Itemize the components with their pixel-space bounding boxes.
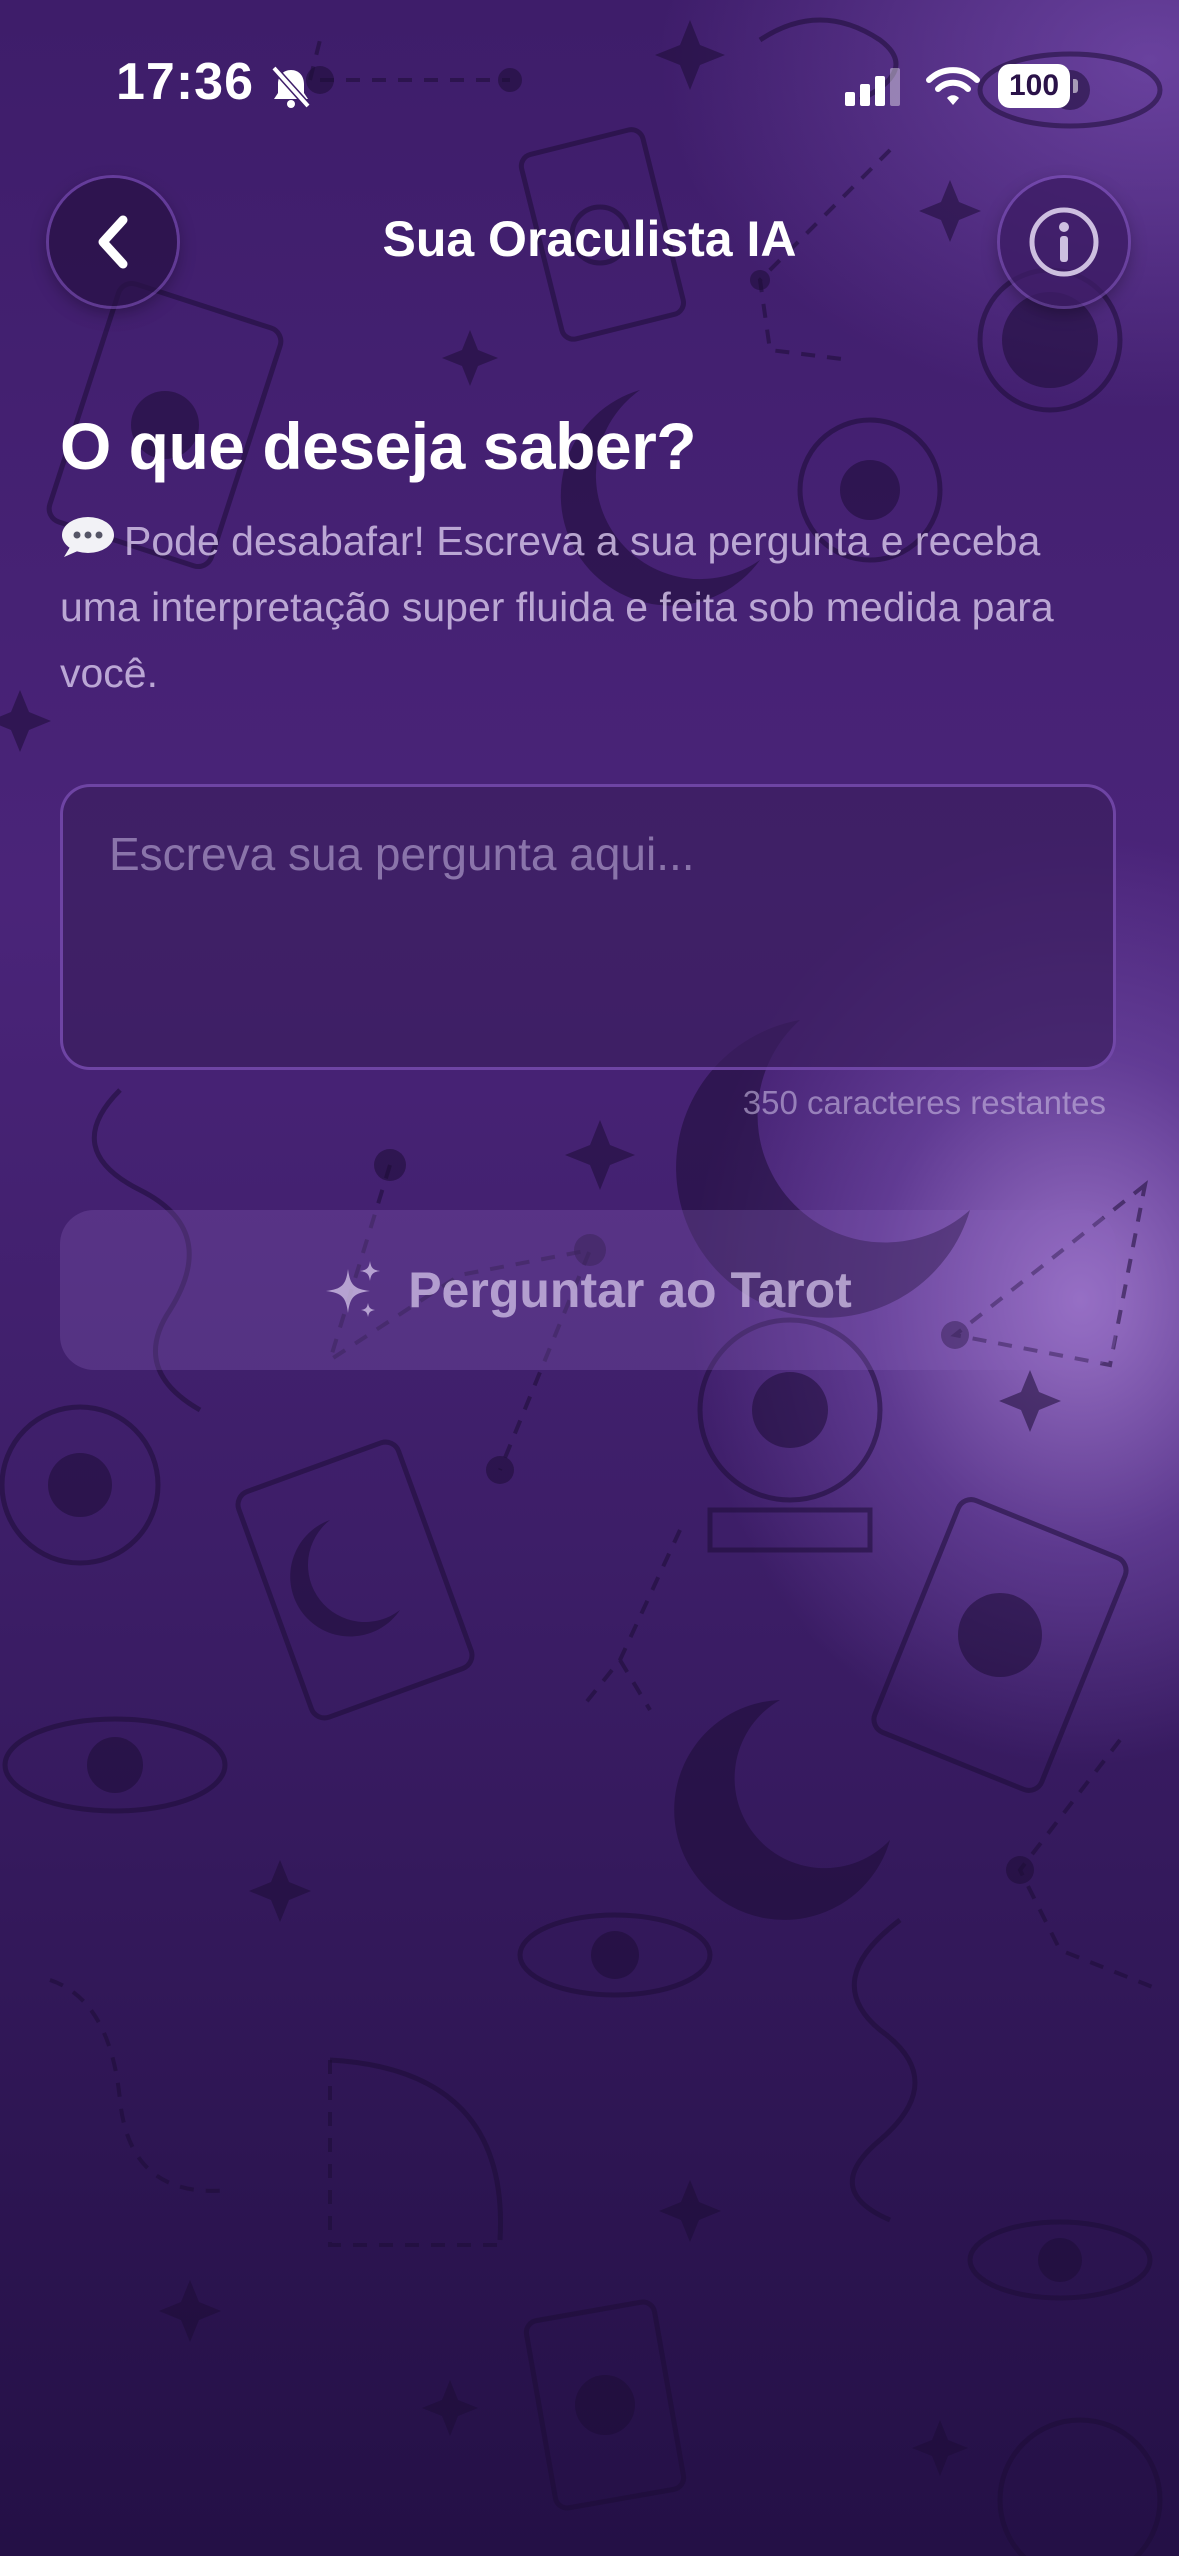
battery-level: 100	[1008, 69, 1060, 102]
ask-tarot-button[interactable]: Perguntar ao Tarot	[60, 1210, 1116, 1370]
speech-bubble-icon	[62, 517, 114, 557]
status-bar: 17:36 100	[0, 0, 1179, 170]
page-subtitle-text: Pode desabafar! Escreva a sua pergunta e…	[60, 518, 1054, 696]
char-counter: 350 caracteres restantes	[742, 1084, 1106, 1121]
cellular-signal-icon	[845, 68, 900, 106]
wifi-icon	[926, 67, 980, 105]
ask-tarot-label: Perguntar ao Tarot	[408, 1262, 852, 1318]
battery-icon: 100	[998, 64, 1078, 108]
info-button[interactable]	[1000, 178, 1128, 306]
question-field[interactable]	[60, 784, 1116, 1070]
status-time: 17:36	[116, 53, 254, 111]
sparkles-icon	[326, 1261, 381, 1317]
info-circle-icon	[1029, 207, 1099, 277]
screen: 17:36 100 Sua Oraculista IA O que deseja…	[0, 0, 1179, 2556]
bell-slash-icon	[271, 65, 311, 109]
page-subtitle: Pode desabafar! Escreva a sua pergunta e…	[60, 508, 1130, 706]
page-heading: O que deseja saber?	[60, 409, 697, 483]
question-input[interactable]	[109, 827, 1067, 1027]
